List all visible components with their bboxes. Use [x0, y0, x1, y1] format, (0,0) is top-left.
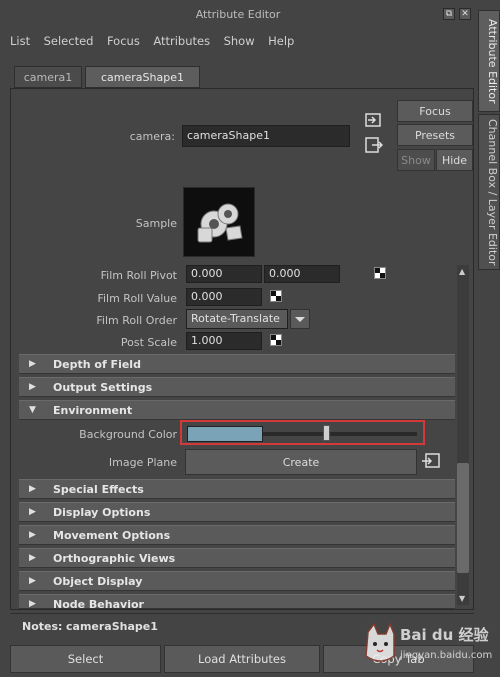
scrollbar-thumb[interactable]: [457, 463, 469, 573]
section-display-options[interactable]: ▶ Display Options: [19, 502, 455, 522]
caret-right-icon: ▶: [29, 507, 36, 517]
show-button[interactable]: Show: [397, 149, 435, 171]
title-bar: Attribute Editor ⧉ ✕: [0, 0, 476, 30]
hide-button[interactable]: Hide: [436, 149, 473, 171]
map-button-icon[interactable]: [374, 267, 386, 279]
caret-right-icon: ▶: [29, 599, 36, 609]
highlight-box: [180, 420, 425, 445]
menu-selected[interactable]: Selected: [44, 34, 94, 48]
scroll-up-icon[interactable]: ▲: [459, 267, 465, 276]
background-color-label: Background Color: [79, 428, 177, 441]
image-plane-label: Image Plane: [108, 456, 177, 469]
section-environment[interactable]: ▼ Environment: [19, 400, 455, 420]
section-label: Output Settings: [53, 381, 153, 394]
section-special-effects[interactable]: ▶ Special Effects: [19, 479, 455, 499]
section-label: Object Display: [53, 575, 143, 588]
sample-swatch: [183, 187, 255, 257]
caret-right-icon: ▶: [29, 359, 36, 369]
section-object-display[interactable]: ▶ Object Display: [19, 571, 455, 591]
caret-right-icon: ▶: [29, 553, 36, 563]
section-label: Movement Options: [53, 529, 171, 542]
caret-right-icon: ▶: [29, 576, 36, 586]
chevron-down-icon[interactable]: [290, 309, 310, 329]
load-attributes-button[interactable]: Load Attributes: [164, 645, 320, 673]
tab-camerashape1[interactable]: cameraShape1: [85, 66, 200, 88]
section-label: Environment: [53, 404, 133, 417]
caret-right-icon: ▶: [29, 530, 36, 540]
focus-input-icon[interactable]: [365, 113, 383, 127]
notes-value: cameraShape1: [66, 620, 158, 633]
map-button-icon[interactable]: [270, 290, 282, 302]
post-scale-label: Post Scale: [120, 336, 177, 349]
node-name-field[interactable]: cameraShape1: [182, 125, 350, 147]
baidu-watermark: Bai du 经验 jingyan.baidu.com: [360, 618, 496, 670]
tab-attribute-editor[interactable]: Attribute Editor: [478, 10, 500, 112]
caret-down-icon: ▼: [29, 405, 36, 415]
float-icon[interactable]: ⧉: [443, 8, 455, 20]
node-name-label: camera:: [129, 130, 175, 143]
create-image-plane-button[interactable]: Create: [185, 449, 417, 475]
select-button[interactable]: Select: [10, 645, 161, 673]
section-movement-options[interactable]: ▶ Movement Options: [19, 525, 455, 545]
film-roll-pivot-label: Film Roll Pivot: [100, 269, 177, 282]
focus-output-icon[interactable]: [365, 137, 384, 153]
section-depth-of-field[interactable]: ▶ Depth of Field: [19, 354, 455, 374]
focus-input-icon[interactable]: [421, 453, 441, 469]
section-label: Orthographic Views: [53, 552, 176, 565]
menu-help[interactable]: Help: [268, 34, 294, 48]
attribute-panel: camera: cameraShape1 Focus Presets Show …: [10, 88, 474, 610]
film-roll-order-dropdown[interactable]: Rotate-Translate: [186, 309, 288, 329]
map-button-icon[interactable]: [270, 334, 282, 346]
film-roll-order-label: Film Roll Order: [96, 314, 177, 327]
menu-attributes[interactable]: Attributes: [153, 34, 210, 48]
attribute-scrollbar[interactable]: ▲ ▼: [457, 265, 469, 605]
film-roll-value-label: Film Roll Value: [97, 292, 177, 305]
tab-camera1[interactable]: camera1: [14, 66, 82, 88]
menu-focus[interactable]: Focus: [107, 34, 140, 48]
sample-label: Sample: [135, 217, 177, 230]
post-scale-field[interactable]: 1.000: [186, 332, 262, 350]
window-title: Attribute Editor: [195, 8, 281, 21]
menu-list[interactable]: List: [10, 34, 30, 48]
notes-label: Notes:: [22, 620, 63, 633]
scroll-down-icon[interactable]: ▼: [459, 594, 465, 603]
section-node-behavior[interactable]: ▶ Node Behavior: [19, 594, 455, 609]
menu-bar: List Selected Focus Attributes Show Help: [10, 34, 304, 50]
film-roll-value-field[interactable]: 0.000: [186, 288, 262, 306]
close-icon[interactable]: ✕: [459, 8, 471, 20]
section-label: Display Options: [53, 506, 151, 519]
caret-right-icon: ▶: [29, 484, 36, 494]
film-roll-pivot-y-field[interactable]: 0.000: [264, 265, 340, 283]
presets-button[interactable]: Presets: [397, 124, 473, 146]
watermark-url: jingyan.baidu.com: [400, 650, 493, 661]
section-orthographic-views[interactable]: ▶ Orthographic Views: [19, 548, 455, 568]
caret-right-icon: ▶: [29, 382, 36, 392]
section-label: Node Behavior: [53, 598, 144, 609]
film-roll-pivot-x-field[interactable]: 0.000: [186, 265, 262, 283]
tab-channel-box[interactable]: Channel Box / Layer Editor: [478, 114, 500, 270]
menu-show[interactable]: Show: [224, 34, 255, 48]
section-label: Depth of Field: [53, 358, 141, 371]
watermark-brand: Bai du 经验: [400, 626, 489, 644]
focus-button[interactable]: Focus: [397, 100, 473, 122]
section-label: Special Effects: [53, 483, 144, 496]
section-output-settings[interactable]: ▶ Output Settings: [19, 377, 455, 397]
